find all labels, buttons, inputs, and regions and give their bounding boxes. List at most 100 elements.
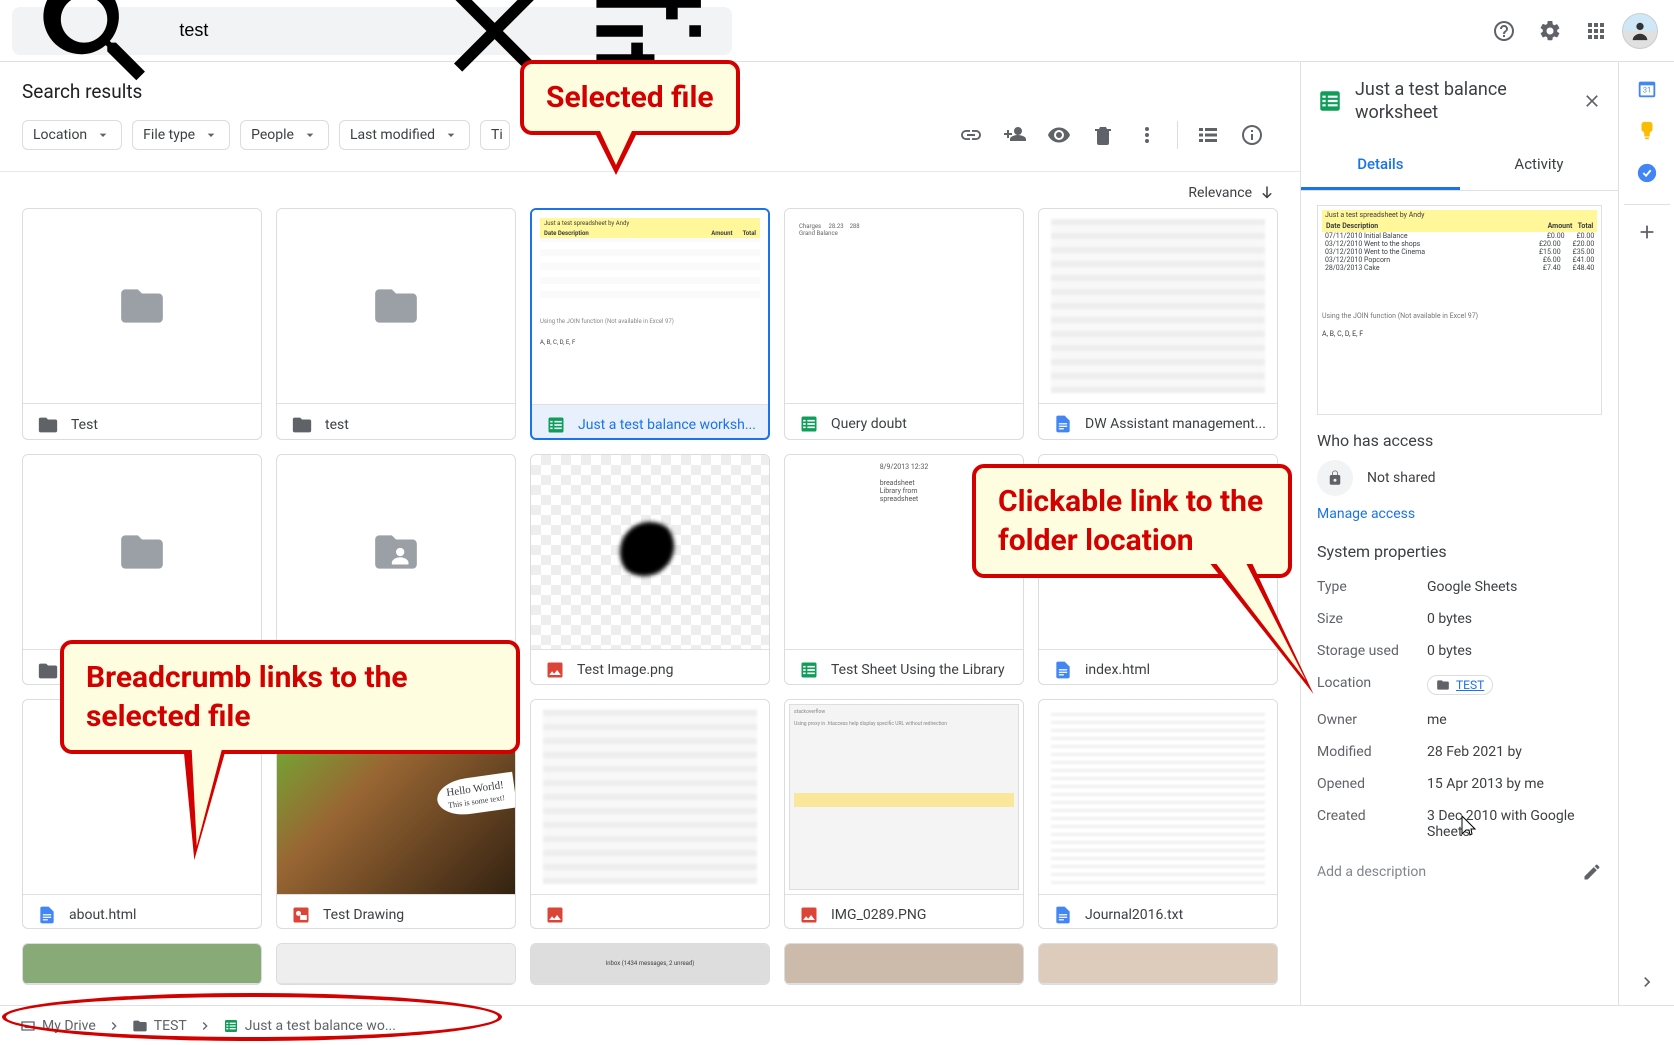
docs-icon <box>1053 905 1073 925</box>
file-name: Test Image.png <box>577 662 674 678</box>
filter-location[interactable]: Location <box>22 120 122 150</box>
file-name: Query doubt <box>831 416 907 432</box>
side-rail <box>1618 62 1674 1005</box>
access-status: Not shared <box>1367 470 1436 486</box>
annotation-selected-file: Selected file <box>520 60 740 135</box>
file-name: IMG_0289.PNG <box>831 907 926 923</box>
docs-icon <box>1053 414 1073 434</box>
more-actions-button[interactable] <box>1127 115 1167 155</box>
manage-access-link[interactable]: Manage access <box>1317 506 1602 522</box>
prop-val: Google Sheets <box>1427 579 1602 595</box>
sort-dropdown[interactable]: Relevance <box>0 172 1300 208</box>
image-icon <box>545 905 565 925</box>
breadcrumb-folder[interactable]: TEST <box>132 1018 187 1034</box>
delete-button[interactable] <box>1083 115 1123 155</box>
sheets-icon <box>799 414 819 434</box>
annotation-breadcrumb: Breadcrumb links to the selected file <box>60 640 520 754</box>
file-tile[interactable] <box>1038 943 1278 985</box>
file-name: Journal2016.txt <box>1085 907 1183 923</box>
file-name: index.html <box>1085 662 1150 678</box>
file-tile[interactable]: Journal2016.txt <box>1038 699 1278 929</box>
prop-key: Owner <box>1317 712 1427 728</box>
file-name: DW Assistant management... <box>1085 416 1266 432</box>
account-avatar[interactable] <box>1622 13 1658 49</box>
file-name: Test Drawing <box>323 907 404 923</box>
file-tile[interactable]: DW Assistant management... <box>1038 208 1278 440</box>
prop-key: Size <box>1317 611 1427 627</box>
file-tile[interactable] <box>784 943 1024 985</box>
tab-details[interactable]: Details <box>1301 141 1460 190</box>
file-tile[interactable]: stackoverflowUsing proxy in .htaccess he… <box>784 699 1024 929</box>
file-tile[interactable]: Test Image.png <box>530 454 770 684</box>
file-preview[interactable]: Just a test spreadsheet by Andy Date Des… <box>1317 205 1602 415</box>
prop-val: 0 bytes <box>1427 611 1602 627</box>
details-toggle-button[interactable] <box>1232 115 1272 155</box>
folder-icon <box>1436 678 1450 692</box>
prop-val: 3 Dec 2010 with Google Sheets <box>1427 808 1602 840</box>
file-tile[interactable]: Inbox (1434 messages, 2 unread) <box>530 943 770 985</box>
chevron-right-icon <box>1637 972 1657 992</box>
help-button[interactable] <box>1484 11 1524 51</box>
sheets-icon <box>1317 88 1343 114</box>
docs-icon <box>1053 660 1073 680</box>
topbar <box>0 0 1674 62</box>
prop-key: Storage used <box>1317 643 1427 659</box>
description-placeholder: Add a description <box>1317 864 1426 880</box>
breadcrumb-current[interactable]: Just a test balance wo... <box>223 1018 396 1034</box>
folder-icon <box>132 1018 148 1034</box>
folder-icon <box>112 281 172 331</box>
file-tile[interactable]: Test <box>22 208 262 440</box>
sheets-icon <box>799 660 819 680</box>
prop-key: Opened <box>1317 776 1427 792</box>
image-icon <box>799 905 819 925</box>
image-icon <box>545 660 565 680</box>
share-button[interactable] <box>995 115 1035 155</box>
filter-filetype[interactable]: File type <box>132 120 230 150</box>
panel-title: Just a test balance worksheet <box>1355 78 1570 125</box>
tasks-addon-icon[interactable] <box>1636 162 1658 184</box>
calendar-addon-icon[interactable] <box>1636 78 1658 100</box>
file-name: about.html <box>69 907 136 923</box>
access-heading: Who has access <box>1317 431 1602 450</box>
annotation-location-link: Clickable link to the folder location <box>972 464 1292 578</box>
file-tile[interactable] <box>530 699 770 929</box>
file-tile-selected[interactable]: Just a test spreadsheet by Andy Date Des… <box>530 208 770 440</box>
file-name: test <box>325 417 349 433</box>
prop-key: Modified <box>1317 744 1427 760</box>
details-panel: Just a test balance worksheet Details Ac… <box>1300 62 1618 1005</box>
file-name: Test <box>71 417 98 433</box>
prop-val: 15 Apr 2013 by me <box>1427 776 1602 792</box>
view-toggle-button[interactable] <box>1188 115 1228 155</box>
keep-addon-icon[interactable] <box>1636 120 1658 142</box>
filter-lastmodified[interactable]: Last modified <box>339 120 470 150</box>
prop-key: Created <box>1317 808 1427 840</box>
tab-activity[interactable]: Activity <box>1460 141 1619 190</box>
drive-icon <box>20 1018 36 1034</box>
close-panel-button[interactable] <box>1582 91 1602 111</box>
filter-more[interactable]: Ti <box>480 120 510 150</box>
apps-button[interactable] <box>1576 11 1616 51</box>
add-addon-button[interactable] <box>1636 221 1658 243</box>
settings-button[interactable] <box>1530 11 1570 51</box>
file-tile[interactable]: Charges 28.23 288Grand Balance Query dou… <box>784 208 1024 440</box>
get-link-button[interactable] <box>951 115 991 155</box>
prop-val: me <box>1427 712 1602 728</box>
breadcrumb-root[interactable]: My Drive <box>20 1018 96 1034</box>
prop-val: 0 bytes <box>1427 643 1602 659</box>
collapse-rail-button[interactable] <box>1624 959 1670 1005</box>
file-name: Just a test balance worksh... <box>578 417 756 433</box>
sheets-icon <box>546 415 566 435</box>
filter-people[interactable]: People <box>240 120 329 150</box>
location-link[interactable]: TEST <box>1427 675 1493 695</box>
file-tile[interactable] <box>276 943 516 985</box>
file-tile[interactable]: test <box>276 208 516 440</box>
props-heading: System properties <box>1317 542 1602 561</box>
search-box[interactable] <box>12 7 732 55</box>
search-input[interactable] <box>179 20 411 41</box>
prop-val: 28 Feb 2021 by <box>1427 744 1602 760</box>
edit-description-button[interactable] <box>1582 862 1602 882</box>
breadcrumb: My Drive TEST Just a test balance wo... <box>0 1005 1674 1045</box>
preview-button[interactable] <box>1039 115 1079 155</box>
file-tile[interactable] <box>22 943 262 985</box>
chevron-right-icon <box>106 1018 122 1034</box>
